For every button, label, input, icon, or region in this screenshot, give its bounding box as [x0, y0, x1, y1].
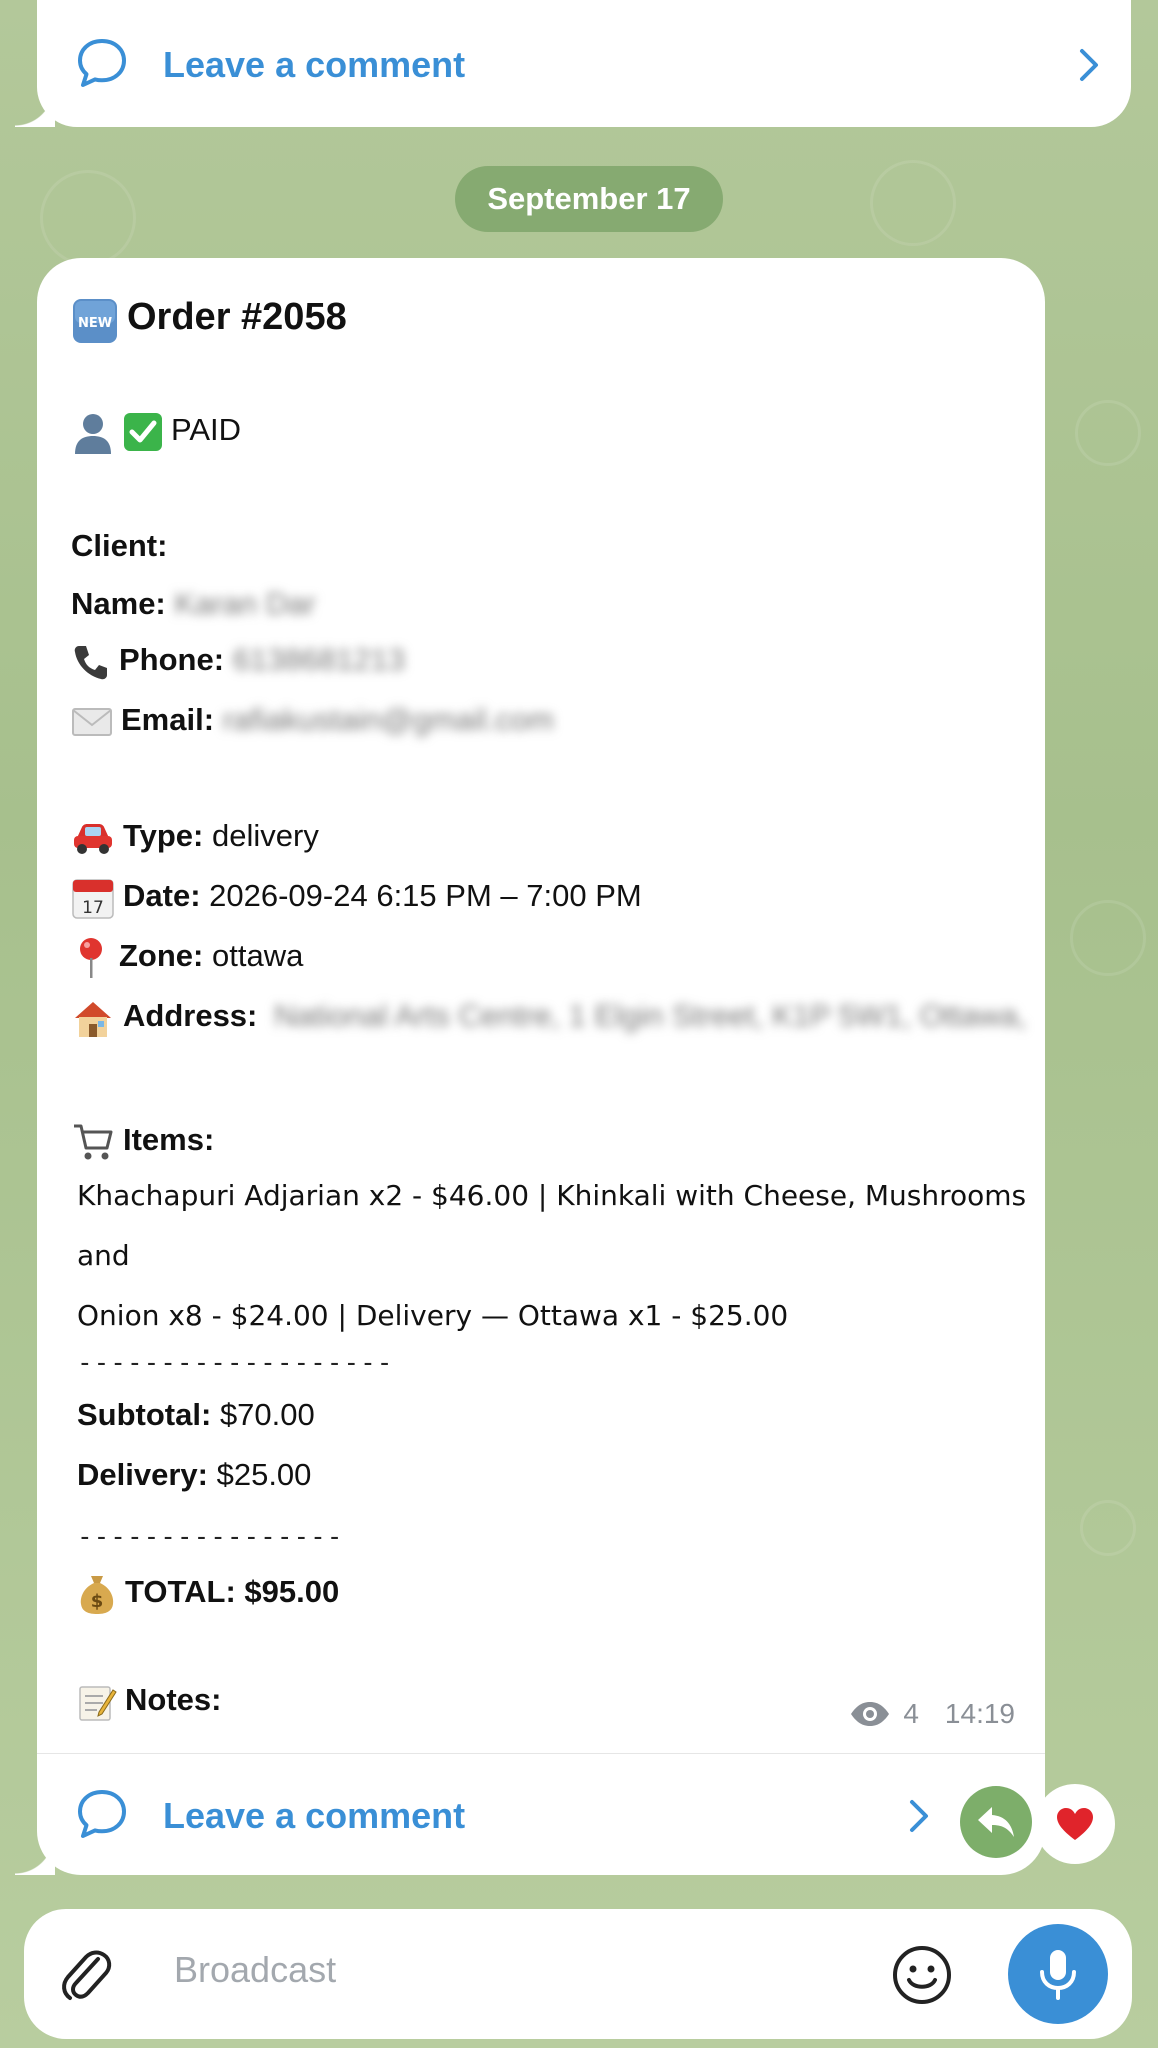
status-row: PAID [71, 410, 241, 454]
items-list: Khachapuri Adjarian x2 - $46.00 | Khinka… [77, 1166, 1047, 1346]
type-label: Type: [123, 818, 204, 854]
phone-label: Phone: [119, 642, 225, 678]
cart-icon [74, 1124, 113, 1160]
delivery-value: $25.00 [216, 1457, 312, 1492]
address-value: National Arts Centre, 1 Elgin Street, K1… [274, 998, 1027, 1034]
client-label: Client: [71, 528, 168, 563]
message-composer: Broadcast [24, 1909, 1132, 2039]
calendar-icon: 17 [72, 879, 114, 919]
phone-icon [74, 646, 107, 680]
subtotal-value: $70.00 [219, 1397, 315, 1432]
wallpaper-doodle [1070, 900, 1146, 976]
total-row: $ TOTAL: $95.00 [77, 1572, 339, 1616]
items-heading-row: Items: [71, 1120, 214, 1164]
zone-value: ottawa [212, 938, 304, 974]
subtotal-label: Subtotal: [77, 1397, 212, 1432]
address-row: Address: National Arts Centre, 1 Elgin S… [71, 996, 1026, 1040]
type-value: delivery [212, 818, 319, 854]
envelope-icon [72, 707, 112, 736]
name-label: Name: [71, 586, 166, 621]
date-value: 2026-09-24 6:15 PM – 7:00 PM [209, 878, 642, 914]
comment-icon [78, 39, 126, 87]
subtotal-row: Subtotal: $70.00 [77, 1397, 315, 1433]
notes-row: Notes: [77, 1682, 221, 1722]
separator-line: ---------------- [77, 1522, 344, 1552]
heart-reaction-button[interactable] [1035, 1784, 1115, 1864]
person-icon [75, 414, 111, 454]
payment-status: PAID [171, 412, 242, 448]
chevron-right-icon [910, 1800, 928, 1832]
top-comment-bar[interactable]: Leave a comment [15, 0, 1131, 127]
share-icon [978, 1807, 1014, 1837]
email-value: rafiakustain@gmail.com [222, 702, 554, 737]
separator-line: ------------------- [77, 1348, 394, 1378]
date-row: 17 Date: 2026-09-24 6:15 PM – 7:00 PM [71, 876, 642, 920]
calendar-day: 17 [82, 898, 104, 918]
items-label: Items: [123, 1122, 215, 1158]
name-value: Karan Dar [174, 586, 316, 621]
zone-label: Zone: [119, 938, 204, 974]
leave-comment-label: Leave a comment [163, 44, 466, 85]
comment-icon [78, 1790, 126, 1838]
notes-label: Notes: [125, 1682, 222, 1718]
address-label: Address: [123, 998, 258, 1034]
wallpaper-doodle [1080, 1500, 1136, 1556]
date-label: Date: [123, 878, 201, 914]
house-icon [75, 1002, 111, 1037]
chevron-right-icon [1080, 49, 1098, 81]
share-button[interactable] [960, 1786, 1032, 1858]
microphone-button[interactable] [1008, 1924, 1108, 2024]
eye-icon [851, 1702, 890, 1726]
money-bag-icon: $ [80, 1576, 114, 1614]
car-icon [74, 824, 112, 854]
check-icon [124, 413, 162, 451]
order-title-row: NEW Order #2058 [71, 296, 347, 345]
svg-text:$: $ [91, 1591, 104, 1612]
delivery-row: Delivery: $25.00 [77, 1457, 311, 1493]
wallpaper-doodle [1075, 400, 1141, 466]
items-line: Onion x8 - $24.00 | Delivery — Ottawa x1… [77, 1299, 789, 1332]
phone-value: 6138681213 [232, 642, 406, 678]
paperclip-icon[interactable] [58, 1945, 114, 2005]
total-label: TOTAL: $95.00 [125, 1574, 340, 1610]
wallpaper-doodle [870, 160, 956, 246]
smiley-icon[interactable] [892, 1945, 952, 2005]
order-message-bubble[interactable]: NEW Order #2058 PAID Client: Name: Karan… [15, 258, 1047, 1875]
broadcast-input[interactable]: Broadcast [174, 1949, 336, 1991]
name-row: Name: Karan Dar [71, 586, 316, 622]
svg-text:NEW: NEW [78, 316, 112, 331]
pin-icon [80, 938, 102, 978]
heart-icon [1057, 1808, 1093, 1840]
leave-comment-label: Leave a comment [163, 1795, 466, 1836]
bubble-comment-bar[interactable]: Leave a comment [37, 1754, 1045, 1875]
microphone-icon [1040, 1950, 1076, 2000]
type-row: Type: delivery [71, 818, 319, 858]
view-count: 4 [903, 1698, 919, 1729]
date-separator: September 17 [455, 166, 723, 232]
zone-row: Zone: ottawa [71, 936, 303, 980]
email-label: Email: [121, 702, 215, 737]
email-row: Email: rafiakustain@gmail.com [71, 702, 554, 738]
wallpaper-doodle [40, 170, 136, 266]
order-title: Order #2058 [127, 296, 347, 338]
new-icon: NEW [73, 298, 117, 343]
message-time: 14:19 [944, 1698, 1015, 1729]
memo-icon [79, 1686, 117, 1721]
message-meta: 4 14:19 [849, 1698, 1015, 1730]
delivery-label: Delivery: [77, 1457, 208, 1492]
phone-row: Phone: 6138681213 [71, 642, 405, 682]
items-line: Khachapuri Adjarian x2 - $46.00 | Khinka… [77, 1179, 1027, 1272]
client-heading: Client: [71, 528, 167, 564]
